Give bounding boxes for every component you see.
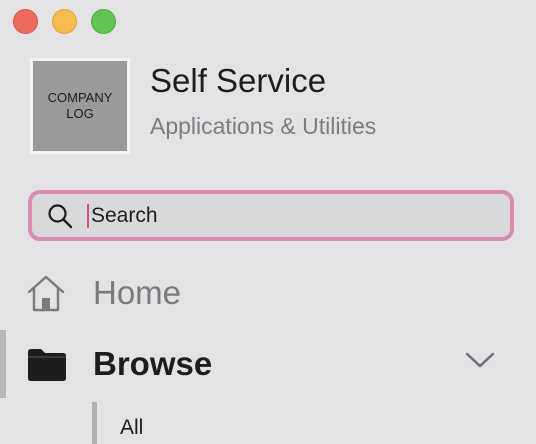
company-logo-text: COMPANY LOG [47,90,113,121]
search-icon [47,203,73,229]
maximize-window-button[interactable] [91,9,116,34]
company-logo: COMPANY LOG [30,58,130,154]
sidebar-subitem-all[interactable]: All [120,416,143,440]
home-icon [26,273,66,313]
folder-icon [27,346,67,382]
sidebar-item-label: Browse [93,345,213,382]
sidebar-item-browse[interactable]: Browse [0,330,536,398]
sidebar-item-label: Home [93,274,182,311]
app-subtitle: Applications & Utilities [150,113,377,139]
window-controls [13,9,116,34]
app-title: Self Service [150,62,327,99]
close-window-button[interactable] [13,9,38,34]
search-input[interactable] [91,203,471,228]
text-caret [87,203,89,228]
selected-indicator [0,330,6,398]
sidebar-item-home[interactable]: Home [0,268,536,318]
chevron-down-icon[interactable] [465,350,495,370]
minimize-window-button[interactable] [52,9,77,34]
search-field[interactable] [28,190,514,241]
submenu-indent-line [92,402,97,444]
